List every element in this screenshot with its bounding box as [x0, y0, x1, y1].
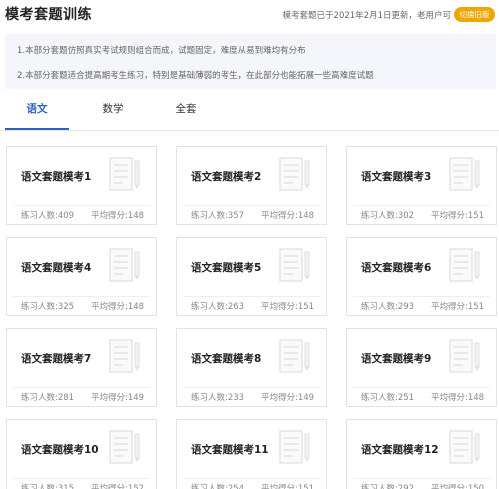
exam-card[interactable]: 语文套题模考6 练习人数:293 平均得分:151 — [346, 237, 497, 316]
document-icon — [109, 157, 142, 197]
notice-line-2: 2.本部分套题适合提高期考生练习，特别是基础薄弱的考生，在此部分也能拓展一些高难… — [17, 71, 374, 81]
exam-card-practice-count: 练习人数:254 — [191, 484, 245, 489]
exam-card-grid: 语文套题模考1 练习人数:409 平均得分:148 语文套题模考2 练习人数:357 平均… — [0, 146, 499, 489]
exam-card-title: 语文套题模考2 — [191, 171, 262, 183]
exam-card[interactable]: 语文套题模考1 练习人数:409 平均得分:148 — [6, 146, 157, 225]
card-divider — [183, 205, 320, 206]
exam-card-title: 语文套题模考5 — [191, 262, 262, 274]
exam-card-practice-count: 练习人数:315 — [21, 484, 75, 489]
exam-card[interactable]: 语文套题模考11 练习人数:254 平均得分:151 — [176, 419, 327, 489]
page-header: 模考套题训练 模考套题已于2021年2月1日更新，老用户可 切换旧版 — [0, 0, 499, 32]
card-divider — [13, 296, 150, 297]
exam-card-average-score: 平均得分:151 — [261, 302, 315, 312]
update-note: 模考套题已于2021年2月1日更新，老用户可 — [282, 11, 451, 21]
document-icon — [279, 248, 312, 288]
document-icon — [449, 430, 482, 470]
exam-card-practice-count: 练习人数:263 — [191, 302, 245, 312]
exam-card-average-score: 平均得分:148 — [431, 393, 485, 403]
exam-card-title: 语文套题模考11 — [191, 444, 269, 456]
exam-card-practice-count: 练习人数:281 — [21, 393, 75, 403]
tab-math[interactable]: 数学 — [90, 99, 136, 130]
exam-card[interactable]: 语文套题模考9 练习人数:251 平均得分:148 — [346, 328, 497, 407]
exam-card-practice-count: 练习人数:325 — [21, 302, 75, 312]
card-divider — [13, 387, 150, 388]
exam-card[interactable]: 语文套题模考10 练习人数:315 平均得分:152 — [6, 419, 157, 489]
exam-card-title: 语文套题模考8 — [191, 353, 262, 365]
page-title: 模考套题训练 — [5, 7, 92, 23]
exam-card-average-score: 平均得分:150 — [431, 484, 485, 489]
exam-card-average-score: 平均得分:151 — [431, 302, 485, 312]
exam-card[interactable]: 语文套题模考12 练习人数:292 平均得分:150 — [346, 419, 497, 489]
exam-card-title: 语文套题模考7 — [21, 353, 92, 365]
exam-card-average-score: 平均得分:149 — [91, 393, 145, 403]
exam-card-practice-count: 练习人数:292 — [361, 484, 415, 489]
document-icon — [109, 248, 142, 288]
subject-tabs: 语文 数学 全套 — [0, 95, 499, 131]
exam-card-average-score: 平均得分:149 — [261, 393, 315, 403]
card-divider — [183, 478, 320, 479]
exam-card[interactable]: 语文套题模考2 练习人数:357 平均得分:148 — [176, 146, 327, 225]
exam-card-practice-count: 练习人数:233 — [191, 393, 245, 403]
card-divider — [353, 478, 490, 479]
card-divider — [353, 387, 490, 388]
tab-full-set[interactable]: 全套 — [163, 99, 209, 130]
exam-card-average-score: 平均得分:152 — [91, 484, 145, 489]
document-icon — [279, 430, 312, 470]
exam-card[interactable]: 语文套题模考7 练习人数:281 平均得分:149 — [6, 328, 157, 407]
document-icon — [449, 339, 482, 379]
exam-card-title: 语文套题模考1 — [21, 171, 92, 183]
exam-card-title: 语文套题模考12 — [361, 444, 439, 456]
exam-card[interactable]: 语文套题模考8 练习人数:233 平均得分:149 — [176, 328, 327, 407]
notice-line-1: 1.本部分套题仿照真实考试规则组合而成，试题固定，难度从易到难均有分布 — [17, 46, 306, 56]
switch-old-version-button[interactable]: 切换旧版 — [454, 7, 495, 22]
document-icon — [449, 248, 482, 288]
exam-card[interactable]: 语文套题模考5 练习人数:263 平均得分:151 — [176, 237, 327, 316]
exam-card-title: 语文套题模考3 — [361, 171, 432, 183]
exam-card-average-score: 平均得分:151 — [261, 484, 315, 489]
exam-card-practice-count: 练习人数:302 — [361, 211, 415, 221]
card-divider — [13, 478, 150, 479]
exam-card[interactable]: 语文套题模考3 练习人数:302 平均得分:151 — [346, 146, 497, 225]
exam-card-average-score: 平均得分:148 — [91, 211, 145, 221]
exam-card-average-score: 平均得分:151 — [431, 211, 485, 221]
exam-card-practice-count: 练习人数:251 — [361, 393, 415, 403]
document-icon — [109, 339, 142, 379]
exam-card-average-score: 平均得分:148 — [91, 302, 145, 312]
exam-card-title: 语文套题模考4 — [21, 262, 92, 274]
card-divider — [183, 296, 320, 297]
card-divider — [183, 387, 320, 388]
tab-chinese[interactable]: 语文 — [5, 99, 69, 130]
exam-card-practice-count: 练习人数:357 — [191, 211, 245, 221]
exam-card-practice-count: 练习人数:409 — [21, 211, 75, 221]
exam-card-average-score: 平均得分:148 — [261, 211, 315, 221]
exam-card-title: 语文套题模考6 — [361, 262, 432, 274]
card-divider — [353, 205, 490, 206]
document-icon — [109, 430, 142, 470]
notice-box: 1.本部分套题仿照真实考试规则组合而成，试题固定，难度从易到难均有分布 2.本部… — [5, 34, 496, 89]
exam-card-title: 语文套题模考10 — [21, 444, 99, 456]
card-divider — [353, 296, 490, 297]
exam-card-title: 语文套题模考9 — [361, 353, 432, 365]
exam-card[interactable]: 语文套题模考4 练习人数:325 平均得分:148 — [6, 237, 157, 316]
document-icon — [279, 339, 312, 379]
document-icon — [279, 157, 312, 197]
document-icon — [449, 157, 482, 197]
exam-card-practice-count: 练习人数:293 — [361, 302, 415, 312]
card-divider — [13, 205, 150, 206]
